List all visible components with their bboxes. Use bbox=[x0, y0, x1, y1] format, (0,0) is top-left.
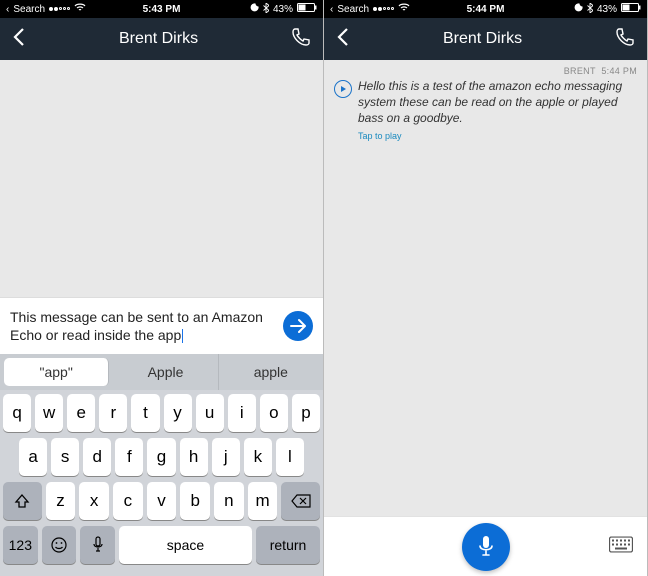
key-z[interactable]: z bbox=[46, 482, 76, 520]
mic-icon bbox=[476, 534, 496, 560]
do-not-disturb-icon bbox=[574, 3, 583, 15]
key-s[interactable]: s bbox=[51, 438, 79, 476]
delete-icon bbox=[291, 494, 311, 508]
chat-title: Brent Dirks bbox=[119, 30, 198, 48]
key-a[interactable]: a bbox=[19, 438, 47, 476]
key-dictate[interactable] bbox=[80, 526, 115, 564]
key-row-2: a s d f g h j k l bbox=[3, 438, 320, 476]
mic-small-icon bbox=[92, 536, 104, 554]
back-icon[interactable] bbox=[336, 27, 350, 52]
key-return[interactable]: return bbox=[256, 526, 320, 564]
key-w[interactable]: w bbox=[35, 394, 63, 432]
key-u[interactable]: u bbox=[196, 394, 224, 432]
conversation-area: BRENT 5:44 PM Hello this is a test of th… bbox=[324, 60, 647, 516]
signal-dots-icon bbox=[49, 7, 70, 11]
key-row-1: q w e r t y u i o p bbox=[3, 394, 320, 432]
key-q[interactable]: q bbox=[3, 394, 31, 432]
message-time: 5:44 PM bbox=[601, 66, 637, 76]
chat-header: Brent Dirks bbox=[0, 18, 323, 60]
key-y[interactable]: y bbox=[164, 394, 192, 432]
status-time: 5:43 PM bbox=[143, 4, 181, 15]
mic-button[interactable] bbox=[462, 523, 510, 571]
keyboard-icon[interactable] bbox=[609, 536, 633, 557]
key-i[interactable]: i bbox=[228, 394, 256, 432]
send-icon bbox=[290, 318, 306, 334]
text-cursor bbox=[182, 329, 183, 343]
battery-percent: 43% bbox=[597, 4, 617, 15]
tap-to-play-label[interactable]: Tap to play bbox=[324, 131, 647, 141]
bluetooth-icon bbox=[587, 3, 593, 16]
call-icon[interactable] bbox=[615, 27, 635, 52]
back-to-app-label[interactable]: Search bbox=[13, 4, 45, 15]
call-icon[interactable] bbox=[291, 27, 311, 52]
battery-icon bbox=[297, 3, 317, 15]
message-sender: BRENT bbox=[564, 66, 596, 76]
message-input[interactable]: This message can be sent to an Amazon Ec… bbox=[10, 308, 275, 344]
play-icon[interactable] bbox=[334, 80, 352, 98]
message-meta: BRENT 5:44 PM bbox=[324, 60, 647, 78]
key-g[interactable]: g bbox=[147, 438, 175, 476]
compose-bar: This message can be sent to an Amazon Ec… bbox=[0, 297, 323, 354]
key-emoji[interactable] bbox=[42, 526, 77, 564]
right-screenshot: ‹ Search 5:44 PM 43% Brent bbox=[324, 0, 648, 576]
chat-title: Brent Dirks bbox=[443, 30, 522, 48]
keyboard-suggestions: "app" Apple apple bbox=[0, 354, 323, 390]
key-e[interactable]: e bbox=[67, 394, 95, 432]
emoji-icon bbox=[50, 536, 68, 554]
key-row-4: 123 space return bbox=[3, 526, 320, 564]
key-c[interactable]: c bbox=[113, 482, 143, 520]
wifi-icon bbox=[398, 3, 410, 15]
message-text: Hello this is a test of the amazon echo … bbox=[358, 78, 637, 127]
wifi-icon bbox=[74, 3, 86, 15]
key-d[interactable]: d bbox=[83, 438, 111, 476]
key-p[interactable]: p bbox=[292, 394, 320, 432]
bluetooth-icon bbox=[263, 3, 269, 16]
status-bar: ‹ Search 5:44 PM 43% bbox=[324, 0, 647, 18]
status-time: 5:44 PM bbox=[467, 4, 505, 15]
key-j[interactable]: j bbox=[212, 438, 240, 476]
key-v[interactable]: v bbox=[147, 482, 177, 520]
back-to-app-chevron[interactable]: ‹ bbox=[6, 4, 9, 15]
signal-dots-icon bbox=[373, 7, 394, 11]
back-to-app-chevron[interactable]: ‹ bbox=[330, 4, 333, 15]
key-delete[interactable] bbox=[281, 482, 320, 520]
suggestion-1[interactable]: "app" bbox=[4, 358, 109, 386]
conversation-area bbox=[0, 60, 323, 297]
bottom-bar bbox=[324, 516, 647, 576]
key-shift[interactable] bbox=[3, 482, 42, 520]
status-bar: ‹ Search 5:43 PM 43% bbox=[0, 0, 323, 18]
key-r[interactable]: r bbox=[99, 394, 127, 432]
battery-icon bbox=[621, 3, 641, 15]
key-b[interactable]: b bbox=[180, 482, 210, 520]
suggestion-3[interactable]: apple bbox=[219, 354, 323, 390]
shift-icon bbox=[14, 493, 30, 509]
key-space[interactable]: space bbox=[119, 526, 252, 564]
chat-header: Brent Dirks bbox=[324, 18, 647, 60]
key-k[interactable]: k bbox=[244, 438, 272, 476]
key-h[interactable]: h bbox=[180, 438, 208, 476]
key-row-3: z x c v b n m bbox=[3, 482, 320, 520]
battery-percent: 43% bbox=[273, 4, 293, 15]
key-m[interactable]: m bbox=[248, 482, 278, 520]
key-x[interactable]: x bbox=[79, 482, 109, 520]
send-button[interactable] bbox=[283, 311, 313, 341]
key-t[interactable]: t bbox=[131, 394, 159, 432]
back-to-app-label[interactable]: Search bbox=[337, 4, 369, 15]
voice-message-row[interactable]: Hello this is a test of the amazon echo … bbox=[324, 78, 647, 131]
ios-keyboard: q w e r t y u i o p a s d f g h j k l z bbox=[0, 390, 323, 576]
suggestion-2[interactable]: Apple bbox=[113, 354, 218, 390]
back-icon[interactable] bbox=[12, 27, 26, 52]
key-f[interactable]: f bbox=[115, 438, 143, 476]
key-123[interactable]: 123 bbox=[3, 526, 38, 564]
key-l[interactable]: l bbox=[276, 438, 304, 476]
do-not-disturb-icon bbox=[250, 3, 259, 15]
key-o[interactable]: o bbox=[260, 394, 288, 432]
message-input-text: This message can be sent to an Amazon Ec… bbox=[10, 309, 263, 343]
key-n[interactable]: n bbox=[214, 482, 244, 520]
left-screenshot: ‹ Search 5:43 PM 43% Brent bbox=[0, 0, 324, 576]
